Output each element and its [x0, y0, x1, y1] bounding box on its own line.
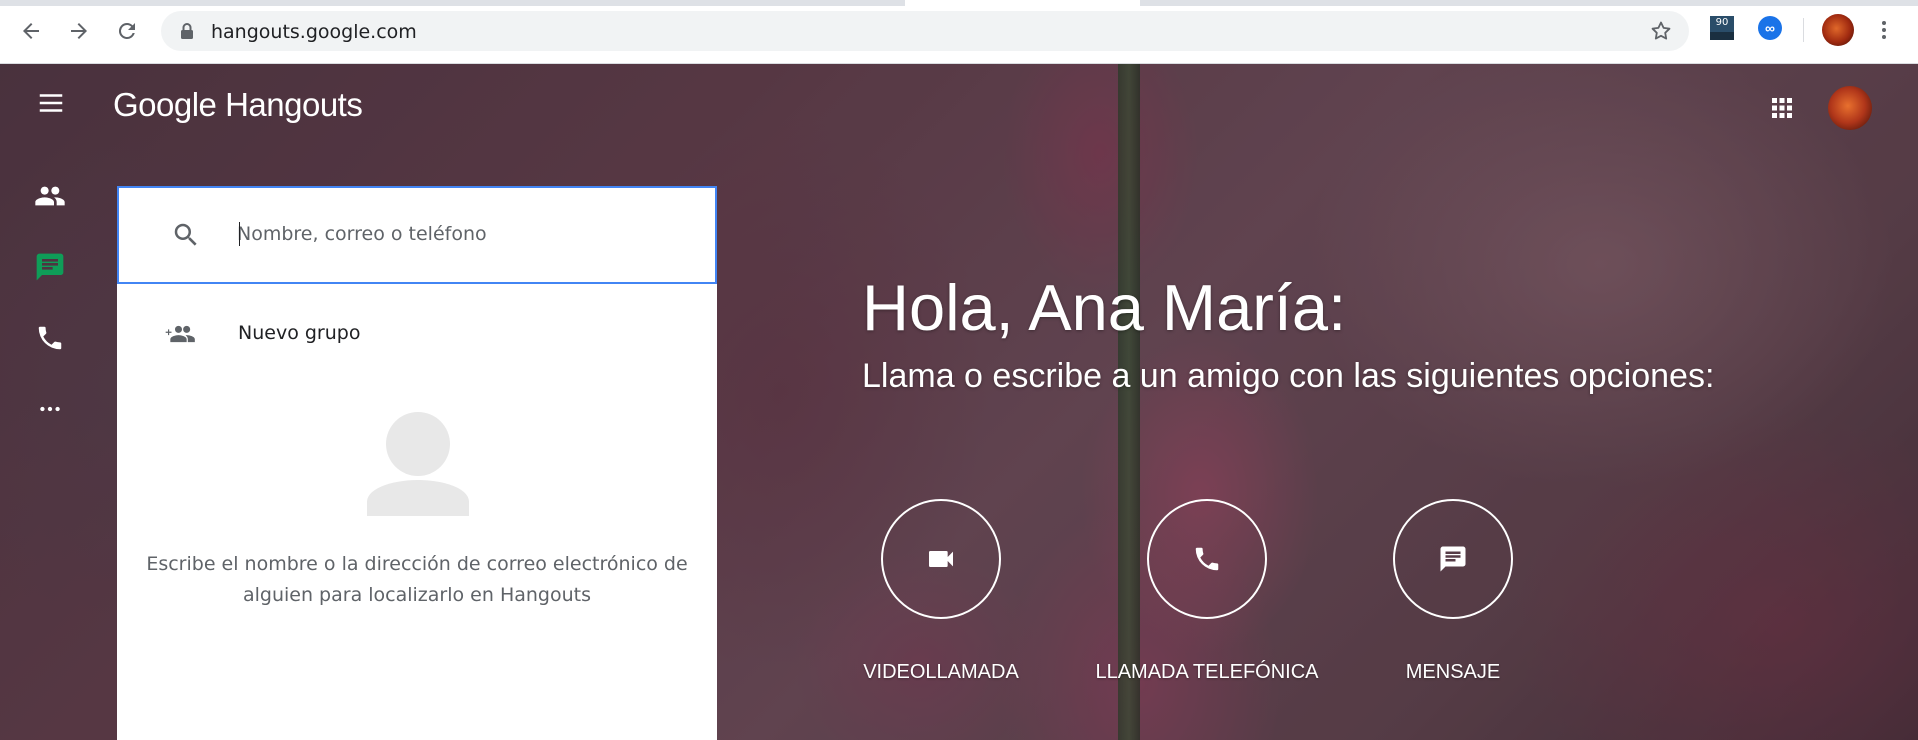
lock-icon [181, 23, 193, 39]
new-group-label: Nuevo grupo [238, 322, 361, 344]
search-input[interactable] [237, 216, 677, 252]
conversations-icon [36, 253, 64, 281]
browser-menu-icon[interactable] [1872, 18, 1896, 42]
video-call-button[interactable] [881, 499, 1001, 619]
phone-call-action[interactable]: LLAMADA TELEFÓNICA [1077, 499, 1337, 684]
text-caret [239, 222, 240, 246]
search-hint: Escribe el nombre o la dirección de corr… [146, 553, 688, 606]
rail-contacts[interactable] [34, 180, 66, 212]
greeting-title: Hola, Ana María: [862, 271, 1347, 344]
toolbar-separator [1803, 18, 1804, 42]
reload-button[interactable] [110, 14, 144, 48]
message-label: MENSAJE [1405, 661, 1501, 683]
videocam-icon [929, 551, 953, 567]
contacts-icon [35, 186, 65, 206]
google-apps-icon[interactable] [1770, 96, 1794, 120]
person-placeholder-icon [367, 412, 469, 516]
back-button[interactable] [14, 14, 48, 48]
hangouts-app: Google Hangouts Nuevo grupo [0, 64, 1918, 740]
phone-calls-icon [38, 326, 62, 350]
rail-more[interactable] [34, 393, 66, 425]
url-text[interactable]: hangouts.google.com [211, 21, 417, 43]
phone-icon [1195, 547, 1219, 571]
phone-call-button[interactable] [1147, 499, 1267, 619]
browser-toolbar: hangouts.google.com 90 ∞ [0, 0, 1918, 64]
more-icon [40, 406, 60, 412]
rail-conversations[interactable] [34, 251, 66, 283]
phone-call-label: LLAMADA TELEFÓNICA [1095, 661, 1319, 683]
hangouts-logo[interactable]: Google Hangouts [113, 86, 363, 124]
main-menu-icon[interactable] [36, 88, 66, 118]
message-action[interactable]: MENSAJE [1323, 499, 1583, 684]
extension-infinity-icon[interactable]: ∞ [1758, 16, 1782, 40]
bookmark-star-icon[interactable] [1649, 19, 1673, 43]
rail-phone-calls[interactable] [34, 322, 66, 354]
message-icon [1440, 546, 1466, 572]
search-icon [174, 223, 197, 246]
video-call-action[interactable]: VIDEOLLAMADA [811, 499, 1071, 684]
video-call-label: VIDEOLLAMADA [863, 661, 1019, 683]
greeting-subtitle: Llama o escribe a un amigo con las sigui… [862, 357, 1715, 395]
active-tab[interactable] [905, 0, 1140, 6]
message-button[interactable] [1393, 499, 1513, 619]
account-avatar[interactable] [1828, 86, 1872, 130]
reload-icon [118, 22, 135, 39]
new-group-button[interactable]: Nuevo grupo [117, 298, 717, 370]
address-bar[interactable]: hangouts.google.com [161, 11, 1689, 51]
forward-arrow-icon [71, 23, 87, 39]
forward-button[interactable] [62, 14, 96, 48]
contact-search-panel: Nuevo grupo Escribe el nombre o la direc… [117, 186, 717, 740]
browser-profile-avatar[interactable] [1822, 14, 1854, 46]
extension-90-icon[interactable]: 90 [1710, 16, 1734, 40]
back-arrow-icon [23, 23, 39, 39]
search-box[interactable] [117, 186, 717, 284]
tab-strip [0, 0, 1918, 6]
group-add-icon [165, 325, 195, 343]
